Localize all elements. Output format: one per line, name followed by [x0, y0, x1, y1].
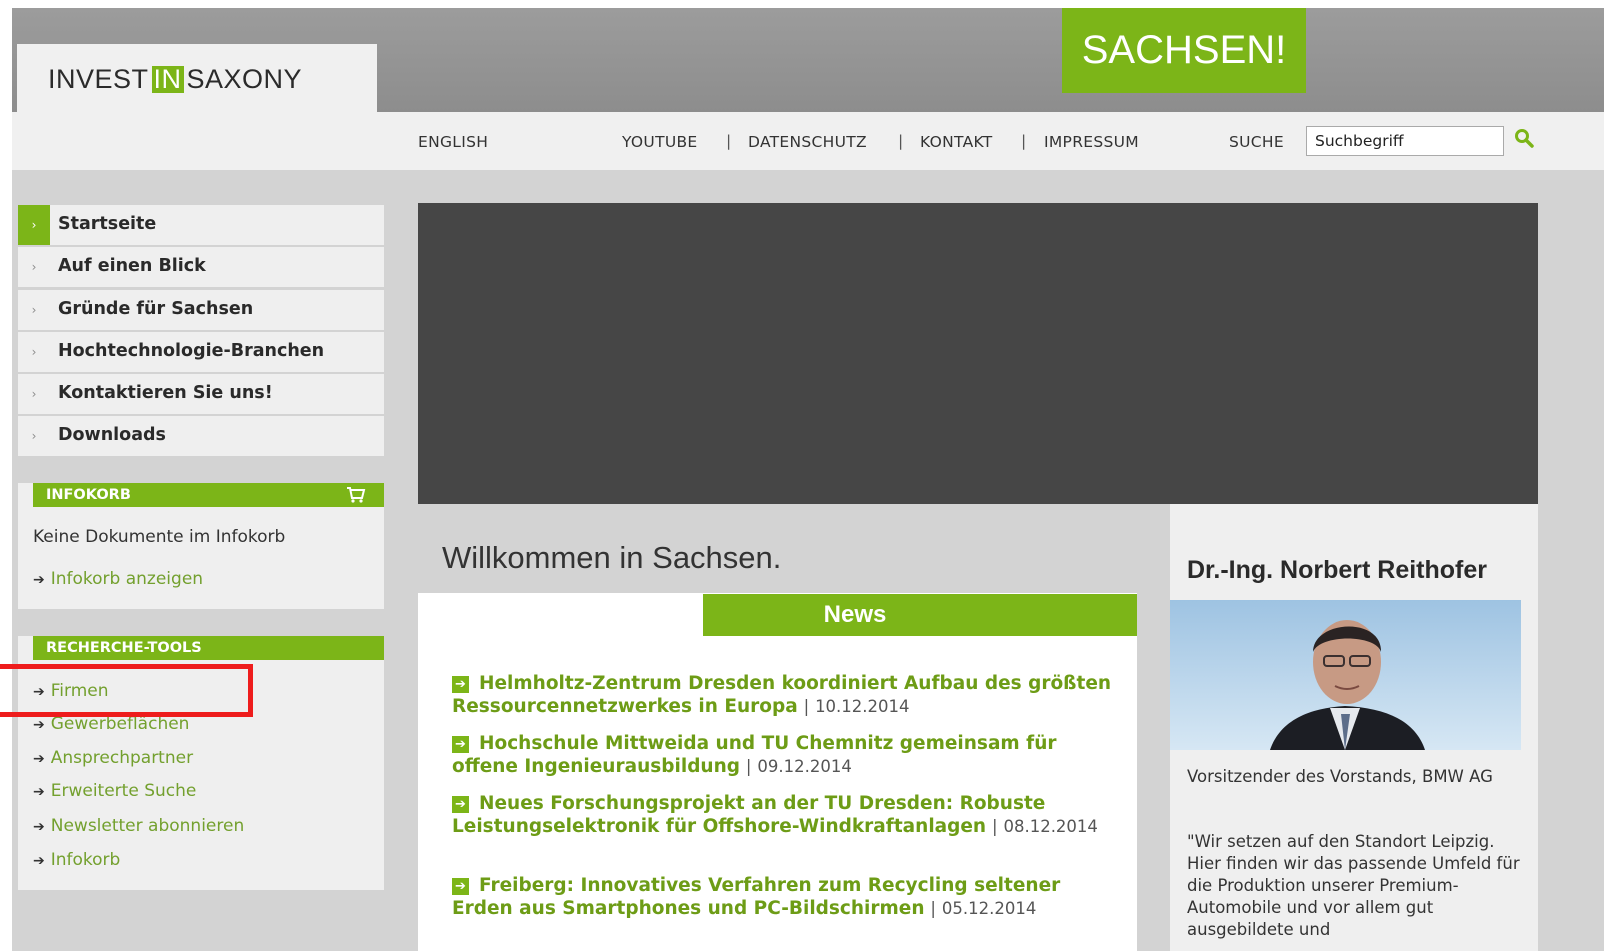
recherche-link-ansprechpartner[interactable]: ➔ Ansprechpartner	[33, 748, 193, 768]
news-link[interactable]: Helmholtz-Zentrum Dresden koordiniert Au…	[452, 673, 1111, 717]
news-date: 09.12.2014	[757, 757, 852, 776]
testimonial-name: Dr.-Ing. Norbert Reithofer	[1187, 556, 1488, 584]
page-title: Willkommen in Sachsen.	[442, 540, 782, 575]
search-input[interactable]	[1306, 126, 1504, 156]
news-date: 08.12.2014	[1003, 817, 1098, 836]
nav-label: Auf einen Blick	[58, 256, 206, 276]
infokorb-empty-text: Keine Dokumente im Infokorb	[33, 527, 286, 547]
news-link[interactable]: Hochschule Mittweida und TU Chemnitz gem…	[452, 733, 1056, 777]
invest-in-saxony-logo[interactable]: INVEST IN SAXONY	[48, 64, 302, 95]
infokorb-show-link[interactable]: ➔ Infokorb anzeigen	[33, 569, 203, 589]
nav-item-downloads[interactable]: › Downloads	[18, 416, 384, 458]
recherche-link-firmen[interactable]: ➔ Firmen	[33, 681, 108, 701]
news-item: ➔ Freiberg: Innovatives Verfahren zum Rec…	[452, 874, 1122, 920]
logo-text-in: IN	[151, 64, 184, 94]
nav-label: Downloads	[58, 425, 166, 445]
arrow-right-icon: ➔	[33, 784, 45, 800]
news-item: ➔ Neues Forschungsprojekt an der TU Dresd…	[452, 792, 1122, 838]
sachsen-brand-logo[interactable]: SACHSEN!	[1062, 8, 1306, 93]
nav-label: Gründe für Sachsen	[58, 299, 254, 319]
nav-item-gruende-fuer-sachsen[interactable]: › Gründe für Sachsen	[18, 290, 384, 332]
chevron-right-icon: ›	[31, 303, 37, 317]
nav-label: Startseite	[58, 214, 157, 234]
link-label: Infokorb	[50, 850, 121, 870]
arrow-right-icon: ➔	[33, 751, 45, 767]
recherche-link-infokorb[interactable]: ➔ Infokorb	[33, 850, 120, 870]
news-link[interactable]: Neues Forschungsprojekt an der TU Dresde…	[452, 793, 1045, 837]
portrait-image	[1170, 600, 1521, 750]
arrow-right-icon: ➔	[452, 796, 469, 813]
link-label: Erweiterte Suche	[50, 781, 197, 801]
arrow-right-icon: ➔	[452, 736, 469, 753]
news-header: News	[703, 594, 1137, 636]
news-date-separator: |	[992, 817, 998, 836]
recherche-title: RECHERCHE-TOOLS	[46, 640, 202, 656]
nav-item-startseite[interactable]: › Startseite	[18, 205, 384, 247]
hero-image[interactable]	[418, 203, 1538, 504]
recherche-link-erweiterte-suche[interactable]: ➔ Erweiterte Suche	[33, 781, 196, 801]
nav-item-auf-einen-blick[interactable]: › Auf einen Blick	[18, 247, 384, 289]
link-label: Gewerbeflächen	[50, 714, 190, 734]
link-label: Firmen	[50, 681, 109, 701]
chevron-right-icon: ›	[31, 387, 37, 401]
link-separator: |	[898, 132, 904, 150]
impressum-link[interactable]: IMPRESSUM	[1044, 133, 1139, 151]
recherche-link-newsletter[interactable]: ➔ Newsletter abonnieren	[33, 816, 244, 836]
search-label: SUCHE	[1229, 133, 1284, 151]
arrow-right-icon: ➔	[452, 878, 469, 895]
link-label: Newsletter abonnieren	[50, 816, 245, 836]
news-date-separator: |	[803, 697, 810, 716]
infokorb-header: INFOKORB	[33, 483, 384, 507]
chevron-right-icon: ›	[31, 429, 37, 443]
recherche-link-gewerbeflaechen[interactable]: ➔ Gewerbeflächen	[33, 714, 189, 734]
datenschutz-link[interactable]: DATENSCHUTZ	[748, 133, 867, 151]
link-separator: |	[1021, 132, 1027, 150]
nav-item-hochtechnologie-branchen[interactable]: › Hochtechnologie-Branchen	[18, 332, 384, 374]
arrow-right-icon: ➔	[33, 684, 45, 700]
kontakt-link[interactable]: KONTAKT	[920, 133, 993, 151]
testimonial-quote: "Wir setzen auf den Standort Leipzig. Hi…	[1187, 832, 1520, 939]
search-icon[interactable]	[1513, 128, 1535, 150]
english-link[interactable]: ENGLISH	[418, 133, 488, 151]
cart-icon	[347, 487, 366, 503]
link-separator: |	[726, 132, 732, 150]
testimonial-role: Vorsitzender des Vorstands, BMW AG	[1187, 767, 1493, 786]
arrow-right-icon: ➔	[33, 572, 45, 588]
news-item: ➔ Helmholtz-Zentrum Dresden koordiniert A…	[452, 672, 1122, 718]
news-date-separator: |	[930, 899, 936, 918]
chevron-right-icon: ›	[31, 260, 37, 274]
news-date: 05.12.2014	[941, 899, 1037, 918]
youtube-link[interactable]: YOUTUBE	[622, 133, 698, 151]
chevron-right-icon: ›	[18, 205, 50, 245]
chevron-right-icon: ›	[31, 345, 37, 359]
arrow-right-icon: ➔	[452, 676, 469, 693]
recherche-header: RECHERCHE-TOOLS	[33, 636, 384, 660]
nav-item-kontaktieren-sie-uns[interactable]: › Kontaktieren Sie uns!	[18, 374, 384, 416]
arrow-right-icon: ➔	[33, 819, 45, 835]
arrow-right-icon: ➔	[33, 717, 45, 733]
logo-text-saxony: SAXONY	[186, 64, 303, 94]
news-item: ➔ Hochschule Mittweida und TU Chemnitz ge…	[452, 732, 1122, 778]
testimonial-portrait	[1170, 600, 1521, 750]
news-date-separator: |	[745, 757, 752, 776]
link-label: Ansprechpartner	[50, 748, 194, 768]
arrow-right-icon: ➔	[33, 853, 45, 869]
news-date: 10.12.2014	[815, 697, 910, 716]
nav-label: Kontaktieren Sie uns!	[58, 383, 273, 403]
logo-text-invest: INVEST	[48, 64, 149, 94]
infokorb-title: INFOKORB	[46, 487, 131, 503]
nav-label: Hochtechnologie-Branchen	[58, 341, 325, 361]
link-label: Infokorb anzeigen	[50, 569, 204, 589]
